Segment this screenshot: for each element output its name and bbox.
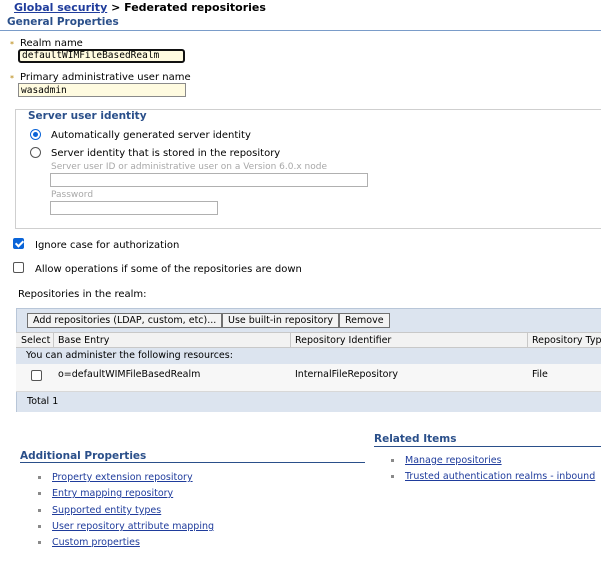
related-items-divider xyxy=(374,446,601,447)
allow-operations-checkbox[interactable] xyxy=(13,262,24,273)
ignore-case-label: Ignore case for authorization xyxy=(35,240,180,251)
radio-auto-identity-label: Automatically generated server identity xyxy=(51,130,251,141)
column-divider xyxy=(290,333,291,347)
column-repository-identifier: Repository Identifier xyxy=(295,335,392,346)
column-base-entry: Base Entry xyxy=(58,335,110,346)
header-divider xyxy=(0,30,601,31)
breadcrumb-separator: > xyxy=(107,1,125,14)
ignore-case-checkbox[interactable] xyxy=(13,238,24,249)
add-repositories-button[interactable]: Add repositories (LDAP, custom, etc)... xyxy=(27,313,223,328)
remove-button[interactable]: Remove xyxy=(339,313,390,328)
allow-operations-label: Allow operations if some of the reposito… xyxy=(35,264,302,275)
table-total: Total 1 xyxy=(16,392,601,412)
primary-admin-label: Primary administrative user name xyxy=(20,72,191,83)
link-supported-entity-types-text[interactable]: Supported entity types xyxy=(52,505,161,516)
server-identity-legend: Server user identity xyxy=(26,110,149,122)
link-property-extension-repository-text[interactable]: Property extension repository xyxy=(52,472,193,483)
breadcrumb: Global security > Federated repositories xyxy=(14,1,266,14)
resources-note: You can administer the following resourc… xyxy=(16,348,601,364)
bullet xyxy=(38,476,41,479)
server-user-id-input[interactable] xyxy=(50,173,368,187)
link-user-repository-attribute-mapping-text[interactable]: User repository attribute mapping xyxy=(52,521,214,532)
column-divider xyxy=(53,333,54,347)
server-user-id-label: Server user ID or administrative user on… xyxy=(51,162,327,172)
column-divider xyxy=(527,333,528,347)
related-items-title: Related Items xyxy=(374,433,457,445)
password-input[interactable] xyxy=(50,201,218,215)
repositories-toolbar: Add repositories (LDAP, custom, etc)... … xyxy=(16,308,601,332)
realm-name-label: Realm name xyxy=(20,38,83,49)
general-properties-title: General Properties xyxy=(7,16,119,28)
bullet xyxy=(391,459,394,462)
repositories-table-header: Select Base Entry Repository Identifier … xyxy=(16,332,601,348)
table-row: o=defaultWIMFileBasedRealm InternalFileR… xyxy=(16,364,601,392)
required-marker: * xyxy=(10,74,14,83)
link-manage-repositories-text[interactable]: Manage repositories xyxy=(405,455,502,466)
bullet xyxy=(38,541,41,544)
column-select: Select xyxy=(21,335,51,346)
link-property-extension-repository[interactable]: Property extension repository xyxy=(38,472,193,483)
radio-repo-identity[interactable] xyxy=(30,147,41,158)
link-entry-mapping-repository-text[interactable]: Entry mapping repository xyxy=(52,488,173,499)
bullet xyxy=(38,525,41,528)
link-custom-properties-text[interactable]: Custom properties xyxy=(52,537,140,548)
link-supported-entity-types[interactable]: Supported entity types xyxy=(38,505,161,516)
bullet xyxy=(38,509,41,512)
realm-name-input[interactable]: defaultWIMFileBasedRealm xyxy=(18,49,185,63)
repositories-caption: Repositories in the realm: xyxy=(18,289,147,300)
link-custom-properties[interactable]: Custom properties xyxy=(38,537,140,548)
row-repository-identifier: InternalFileRepository xyxy=(295,369,399,380)
radio-repo-identity-label: Server identity that is stored in the re… xyxy=(51,148,281,159)
row-base-entry: o=defaultWIMFileBasedRealm xyxy=(58,369,201,380)
password-label: Password xyxy=(51,190,94,200)
breadcrumb-global-security-link[interactable]: Global security xyxy=(14,1,107,14)
link-user-repository-attribute-mapping[interactable]: User repository attribute mapping xyxy=(38,521,214,532)
additional-properties-title: Additional Properties xyxy=(20,450,147,462)
use-builtin-repository-button[interactable]: Use built-in repository xyxy=(222,313,339,328)
link-manage-repositories[interactable]: Manage repositories xyxy=(391,455,502,466)
additional-properties-divider xyxy=(20,462,365,463)
link-trusted-authentication-realms-text[interactable]: Trusted authentication realms - inbound xyxy=(405,471,595,482)
bullet xyxy=(391,475,394,478)
link-trusted-authentication-realms[interactable]: Trusted authentication realms - inbound xyxy=(391,471,595,482)
primary-admin-input[interactable]: wasadmin xyxy=(18,83,186,97)
column-repository-type: Repository Type xyxy=(532,335,601,346)
breadcrumb-current: Federated repositories xyxy=(124,1,266,14)
radio-auto-identity[interactable] xyxy=(30,129,41,140)
bullet xyxy=(38,492,41,495)
required-marker: * xyxy=(10,40,14,49)
link-entry-mapping-repository[interactable]: Entry mapping repository xyxy=(38,488,173,499)
row-repository-type: File xyxy=(532,369,548,380)
row-select-checkbox[interactable] xyxy=(31,370,42,381)
